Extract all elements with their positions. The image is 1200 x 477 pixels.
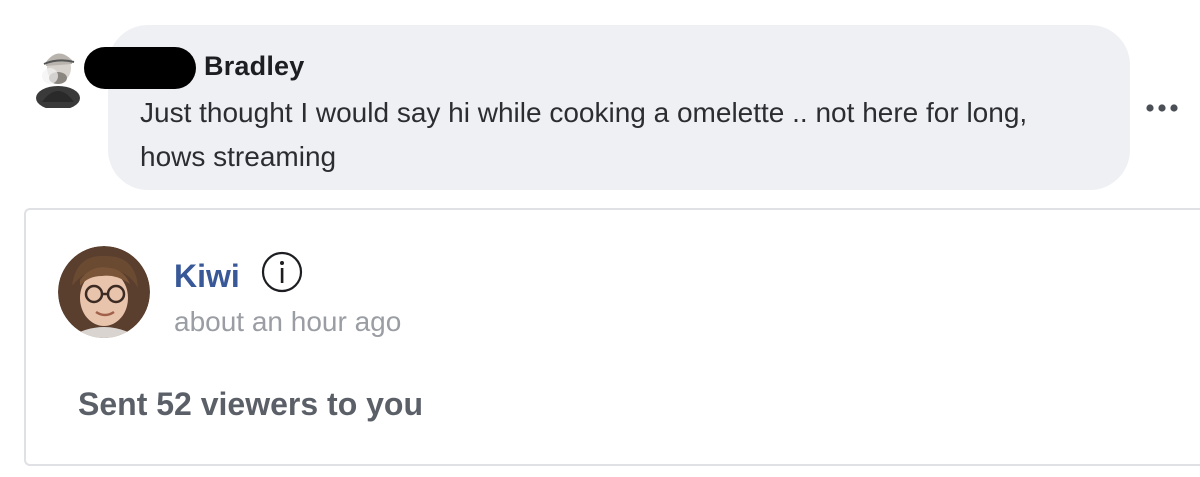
user-avatar-icon (36, 53, 80, 110)
comment: Bradley Just thought I would say hi whil… (0, 0, 1200, 200)
sender-avatar[interactable] (58, 246, 150, 338)
more-options-button[interactable] (1142, 96, 1182, 120)
info-icon (261, 251, 303, 293)
more-options-icon (1146, 104, 1178, 112)
notification-card: Kiwi about an hour ago Sent 52 viewers t… (24, 208, 1200, 466)
info-button[interactable] (260, 250, 304, 294)
notification-message: Sent 52 viewers to you (78, 386, 424, 422)
commenter-name[interactable]: Bradley (204, 51, 304, 82)
comment-bubble: Bradley Just thought I would say hi whil… (84, 25, 1130, 190)
commenter-avatar[interactable] (28, 42, 88, 110)
timestamp: about an hour ago (174, 306, 402, 337)
comment-text: Just thought I would say hi while cookin… (140, 97, 1028, 172)
redacted-name (84, 47, 196, 89)
user-avatar-icon (58, 246, 150, 338)
sender-name[interactable]: Kiwi (174, 258, 240, 295)
